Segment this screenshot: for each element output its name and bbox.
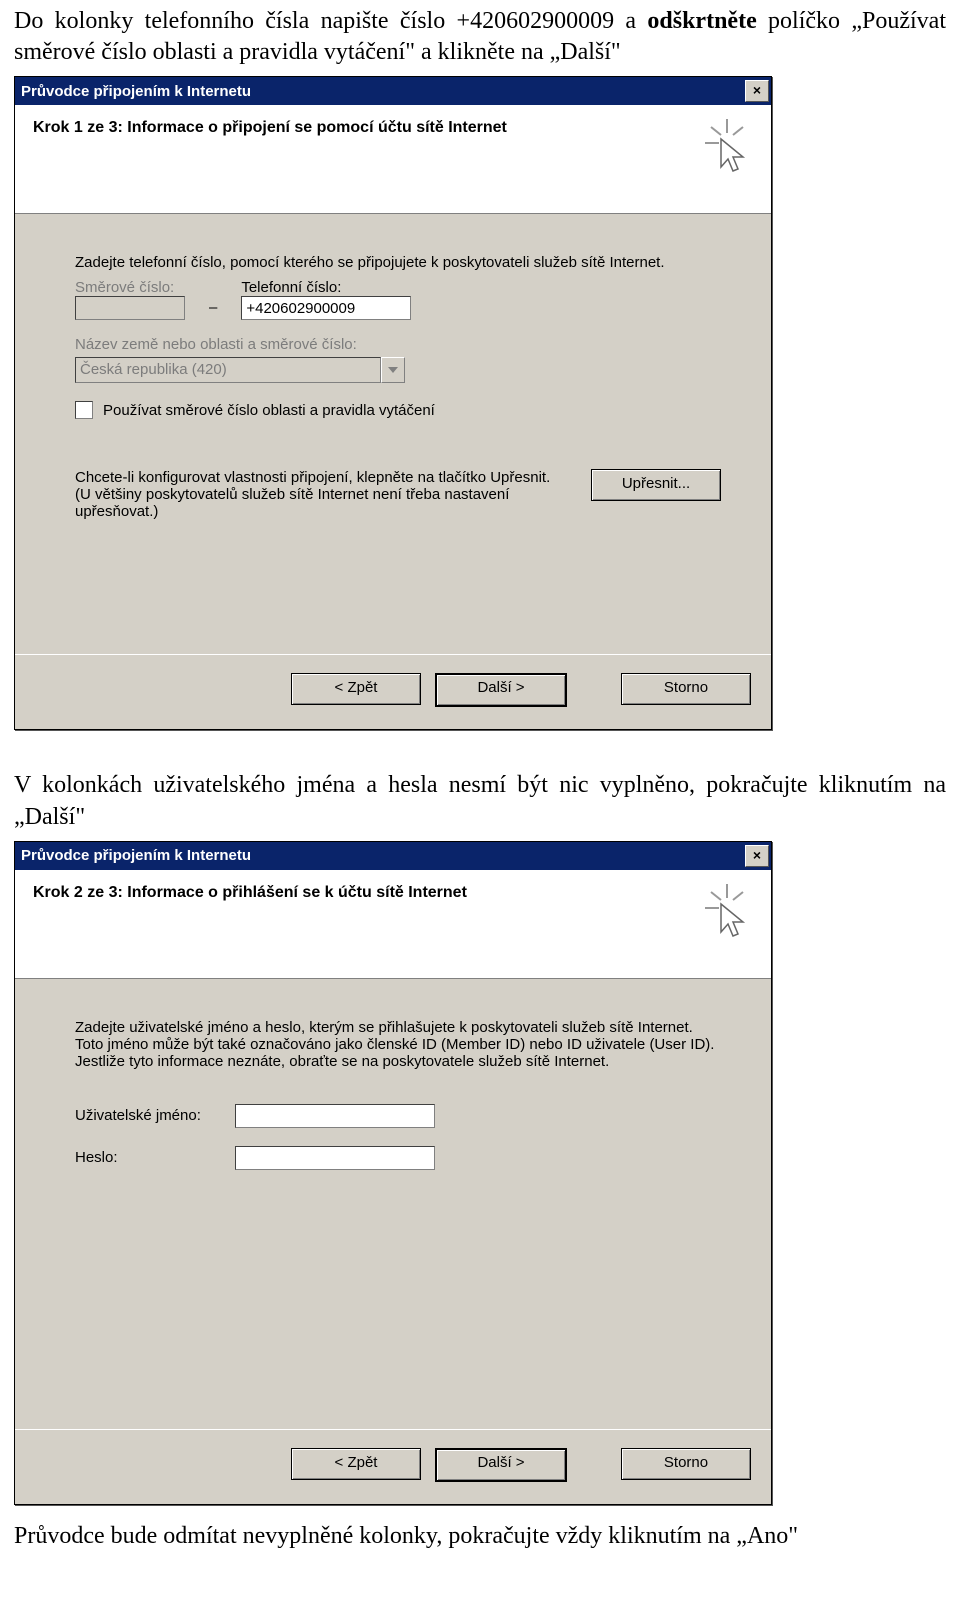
close-icon[interactable]: × (745, 80, 769, 102)
username-label: Uživatelské jméno: (75, 1107, 225, 1124)
cancel-button[interactable]: Storno (621, 673, 751, 705)
step-title: Krok 1 ze 3: Informace o připojení se po… (33, 119, 753, 137)
use-area-code-checkbox[interactable] (75, 401, 93, 419)
instruction-text-2: V kolonkách uživatelského jména a hesla … (0, 764, 960, 840)
wizard-body: Zadejte telefonní číslo, pomocí kterého … (15, 214, 771, 654)
wizard-body: Zadejte uživatelské jméno a heslo, který… (15, 979, 771, 1429)
close-icon[interactable]: × (745, 845, 769, 867)
wizard-footer: < Zpět Další > Storno (15, 1429, 771, 1504)
intro-text: Zadejte uživatelské jméno a heslo, který… (75, 1019, 721, 1070)
intro-text: Zadejte telefonní číslo, pomocí kterého … (75, 254, 721, 271)
back-button[interactable]: < Zpět (291, 673, 421, 705)
wizard-header: Krok 2 ze 3: Informace o přihlášení se k… (15, 870, 771, 979)
next-button[interactable]: Další > (435, 1448, 567, 1482)
country-select: Česká republika (420) (75, 357, 405, 383)
password-input[interactable] (235, 1146, 435, 1170)
password-label: Heslo: (75, 1149, 225, 1166)
step-title: Krok 2 ze 3: Informace o přihlášení se k… (33, 884, 753, 902)
username-input[interactable] (235, 1104, 435, 1128)
country-value: Česká republika (420) (75, 357, 381, 383)
chevron-down-icon (381, 357, 405, 383)
phone-label: Telefonní číslo: (241, 279, 411, 296)
instruction-text-1: Do kolonky telefonního čísla napište čís… (0, 0, 960, 76)
next-button[interactable]: Další > (435, 673, 567, 707)
wizard-dialog-2: Průvodce připojením k Internetu × Krok 2… (14, 841, 772, 1505)
titlebar: Průvodce připojením k Internetu × (15, 842, 771, 870)
wizard-header: Krok 1 ze 3: Informace o připojení se po… (15, 105, 771, 214)
dash-separator: – (209, 299, 217, 320)
phone-input[interactable]: +420602900009 (241, 296, 411, 320)
titlebar: Průvodce připojením k Internetu × (15, 77, 771, 105)
checkbox-label: Používat směrové číslo oblasti a pravidl… (103, 402, 435, 419)
advanced-button[interactable]: Upřesnit... (591, 469, 721, 501)
cancel-button[interactable]: Storno (621, 1448, 751, 1480)
country-label: Název země nebo oblasti a směrové číslo: (75, 336, 357, 353)
cursor-star-icon (691, 117, 747, 177)
cursor-star-icon (691, 882, 747, 942)
titlebar-text: Průvodce připojením k Internetu (21, 83, 251, 100)
config-text: Chcete-li konfigurovat vlastnosti připoj… (75, 469, 563, 520)
area-code-label: Směrové číslo: (75, 279, 185, 296)
instruction-text-3: Průvodce bude odmítat nevyplněné kolonky… (0, 1515, 960, 1560)
back-button[interactable]: < Zpět (291, 1448, 421, 1480)
wizard-footer: < Zpět Další > Storno (15, 654, 771, 729)
wizard-dialog-1: Průvodce připojením k Internetu × Krok 1… (14, 76, 772, 730)
area-code-input (75, 296, 185, 320)
titlebar-text: Průvodce připojením k Internetu (21, 847, 251, 864)
